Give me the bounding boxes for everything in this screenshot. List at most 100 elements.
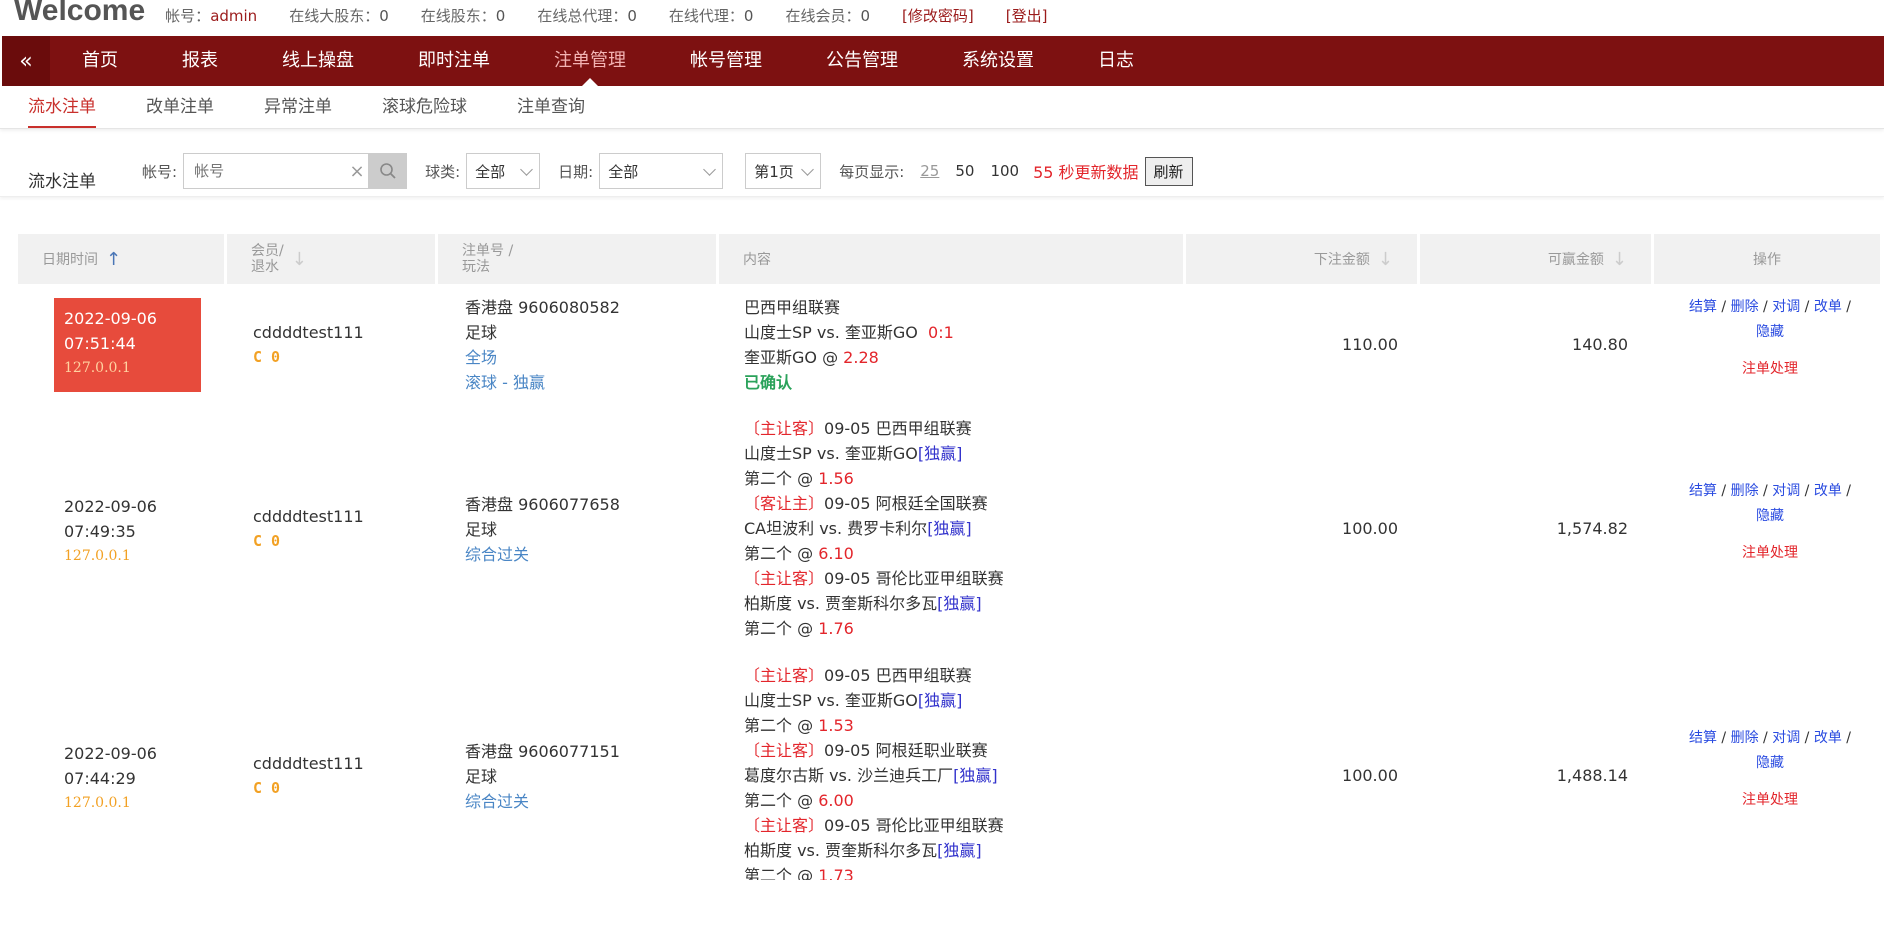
welcome-title: Welcome [14, 0, 146, 27]
page-size-100[interactable]: 100 [990, 162, 1019, 180]
account-label: 帐号: [142, 162, 178, 181]
order-cell: 香港盘 9606077658 足球 综合过关 [465, 495, 620, 564]
stat-account: 帐号：admin [165, 6, 258, 25]
content-cell: 巴西甲组联赛 山度士SP vs. 奎亚斯GO 0:1 奎亚斯GO @ 2.28 … [744, 295, 954, 395]
ball-type-label: 球类: [425, 162, 461, 181]
nav-item-home[interactable]: 首页 [50, 36, 150, 86]
page-size-50[interactable]: 50 [955, 162, 974, 180]
delete-link[interactable]: 删除 [1731, 483, 1759, 499]
page-select[interactable]: 第1页 [745, 153, 822, 189]
logout-link[interactable]: [登出] [1006, 5, 1048, 26]
delete-link[interactable]: 删除 [1731, 730, 1759, 746]
datetime-cell: 2022-09-06 07:44:29 127.0.0.1 [54, 733, 201, 827]
table-body: 2022-09-06 07:51:44 127.0.0.1 cddddtest1… [18, 290, 1884, 880]
settle-link[interactable]: 结算 [1689, 730, 1717, 746]
tab-modified-bets[interactable]: 改单注单 [146, 86, 214, 128]
hide-link[interactable]: 隐藏 [1756, 324, 1784, 340]
handle-bet-link[interactable]: 注单处理 [1670, 541, 1870, 566]
bet-amount: 110.00 [1342, 335, 1398, 354]
handle-bet-link[interactable]: 注单处理 [1670, 357, 1870, 382]
refresh-countdown: 55 秒更新数据 [1033, 163, 1139, 182]
search-button[interactable] [369, 153, 408, 189]
page-size-25[interactable]: 25 [920, 162, 939, 180]
nav-item-logs[interactable]: 日志 [1066, 36, 1166, 86]
main-nav: « 首页 报表 线上操盘 即时注单 注单管理 帐号管理 公告管理 系统设置 日志 [2, 36, 1884, 86]
member-cell: cddddtest111 C 0 [253, 507, 364, 550]
ip-address: 127.0.0.1 [64, 360, 131, 376]
collapse-sidebar-icon[interactable]: « [2, 36, 50, 86]
change-password-link[interactable]: [修改密码] [902, 5, 974, 26]
settle-link[interactable]: 结算 [1689, 483, 1717, 499]
win-amount: 140.80 [1572, 335, 1628, 354]
settle-link[interactable]: 结算 [1689, 299, 1717, 315]
col-win-amount[interactable]: 可赢金额 ↓ [1420, 234, 1651, 284]
chevron-down-icon [703, 162, 717, 176]
account-search-input[interactable] [184, 161, 347, 181]
ball-type-value: 全部 [475, 162, 506, 181]
col-content: 内容 [719, 234, 1183, 284]
col-datetime[interactable]: 日期时间 ↑ [18, 234, 224, 284]
tab-flow-bets[interactable]: 流水注单 [28, 86, 96, 128]
page-value: 第1页 [754, 162, 794, 181]
refresh-button[interactable]: 刷新 [1144, 156, 1193, 186]
handle-bet-link[interactable]: 注单处理 [1670, 788, 1870, 813]
page-size-label: 每页显示: [839, 162, 905, 181]
modify-link[interactable]: 改单 [1814, 483, 1842, 499]
actions-cell: 结算 / 删除 / 对调 / 改单 / 隐藏 注单处理 [1670, 479, 1870, 566]
adjust-link[interactable]: 对调 [1772, 299, 1800, 315]
adjust-link[interactable]: 对调 [1772, 483, 1800, 499]
date-select[interactable]: 全部 [599, 153, 724, 189]
chevron-down-icon [520, 162, 533, 176]
table-header: 日期时间 ↑ 会员/退水 ↓ 注单号 / 玩法 内容 下注金额 ↓ 可赢金额 ↓ 操作 [18, 234, 1884, 284]
order-cell: 香港盘 9606077151 足球 综合过关 [465, 742, 620, 811]
tab-bet-query[interactable]: 注单查询 [517, 86, 585, 128]
nav-item-announcements[interactable]: 公告管理 [794, 36, 930, 86]
bet-amount: 100.00 [1342, 766, 1398, 785]
win-amount: 1,574.82 [1556, 519, 1628, 538]
modify-link[interactable]: 改单 [1814, 730, 1842, 746]
col-actions: 操作 [1654, 234, 1880, 284]
chevron-down-icon [801, 162, 815, 176]
member-cell: cddddtest111 C 0 [253, 754, 364, 797]
table-row: 2022-09-06 07:49:35 127.0.0.1 cddddtest1… [18, 410, 1884, 657]
col-bet-amount[interactable]: 下注金额 ↓ [1186, 234, 1417, 284]
content-cell: 〔主让客〕09-05 巴西甲组联赛 山度士SP vs. 奎亚斯GO[独赢] 第二… [744, 663, 1004, 880]
stat-online-shareholders: 在线股东：0 [420, 6, 506, 25]
modify-link[interactable]: 改单 [1814, 299, 1842, 315]
list-item: 〔主让客〕09-05 巴西甲组联赛 [744, 419, 972, 438]
list-item: 〔主让客〕09-05 巴西甲组联赛 [744, 666, 972, 685]
sort-down-icon: ↓ [291, 248, 307, 270]
tab-live-danger-ball[interactable]: 滚球危险球 [382, 86, 467, 128]
ip-address: 127.0.0.1 [64, 795, 131, 811]
nav-item-live-bets[interactable]: 即时注单 [386, 36, 522, 86]
tab-abnormal-bets[interactable]: 异常注单 [264, 86, 332, 128]
clear-icon[interactable]: × [346, 161, 368, 182]
hide-link[interactable]: 隐藏 [1756, 508, 1784, 524]
nav-item-online-trading[interactable]: 线上操盘 [250, 36, 386, 86]
stat-online-members: 在线会员：0 [785, 6, 870, 25]
hide-link[interactable]: 隐藏 [1756, 755, 1784, 771]
top-status-bar: Welcome 帐号：admin 在线大股东：0 在线股东：0 在线总代理：0 … [0, 0, 1884, 34]
datetime-cell: 2022-09-06 07:51:44 127.0.0.1 [54, 298, 201, 392]
list-item: 〔主让客〕09-05 阿根廷职业联赛 [744, 741, 988, 760]
stat-online-major-shareholders: 在线大股东：0 [289, 6, 389, 25]
nav-item-bet-management[interactable]: 注单管理 [522, 36, 658, 86]
adjust-link[interactable]: 对调 [1772, 730, 1800, 746]
nav-item-system-settings[interactable]: 系统设置 [930, 36, 1066, 86]
status-badge: 已确认 [744, 373, 793, 392]
order-cell: 香港盘 9606080582 足球 全场 滚球 - 独赢 [465, 298, 620, 392]
stat-online-agents: 在线代理：0 [668, 6, 754, 25]
list-item: 〔主让客〕09-05 哥伦比亚甲组联赛 [744, 816, 1004, 835]
ball-type-select[interactable]: 全部 [466, 153, 541, 189]
nav-item-reports[interactable]: 报表 [150, 36, 250, 86]
nav-item-account-management[interactable]: 帐号管理 [658, 36, 794, 86]
col-member[interactable]: 会员/退水 ↓ [227, 234, 435, 284]
list-item: 〔客让主〕09-05 阿根廷全国联赛 [744, 494, 988, 513]
filter-bar: 流水注单 帐号: × 球类: 全部 日期: 全部 第1页 每页显示: 25 50… [0, 146, 1884, 197]
delete-link[interactable]: 删除 [1731, 299, 1759, 315]
sub-nav: 流水注单 改单注单 异常注单 滚球危险球 注单查询 [0, 86, 1884, 129]
stat-online-general-agents: 在线总代理：0 [537, 6, 637, 25]
sort-up-icon: ↑ [106, 248, 122, 270]
table-row: 2022-09-06 07:51:44 127.0.0.1 cddddtest1… [18, 290, 1884, 410]
account-search-box: × [183, 153, 370, 189]
